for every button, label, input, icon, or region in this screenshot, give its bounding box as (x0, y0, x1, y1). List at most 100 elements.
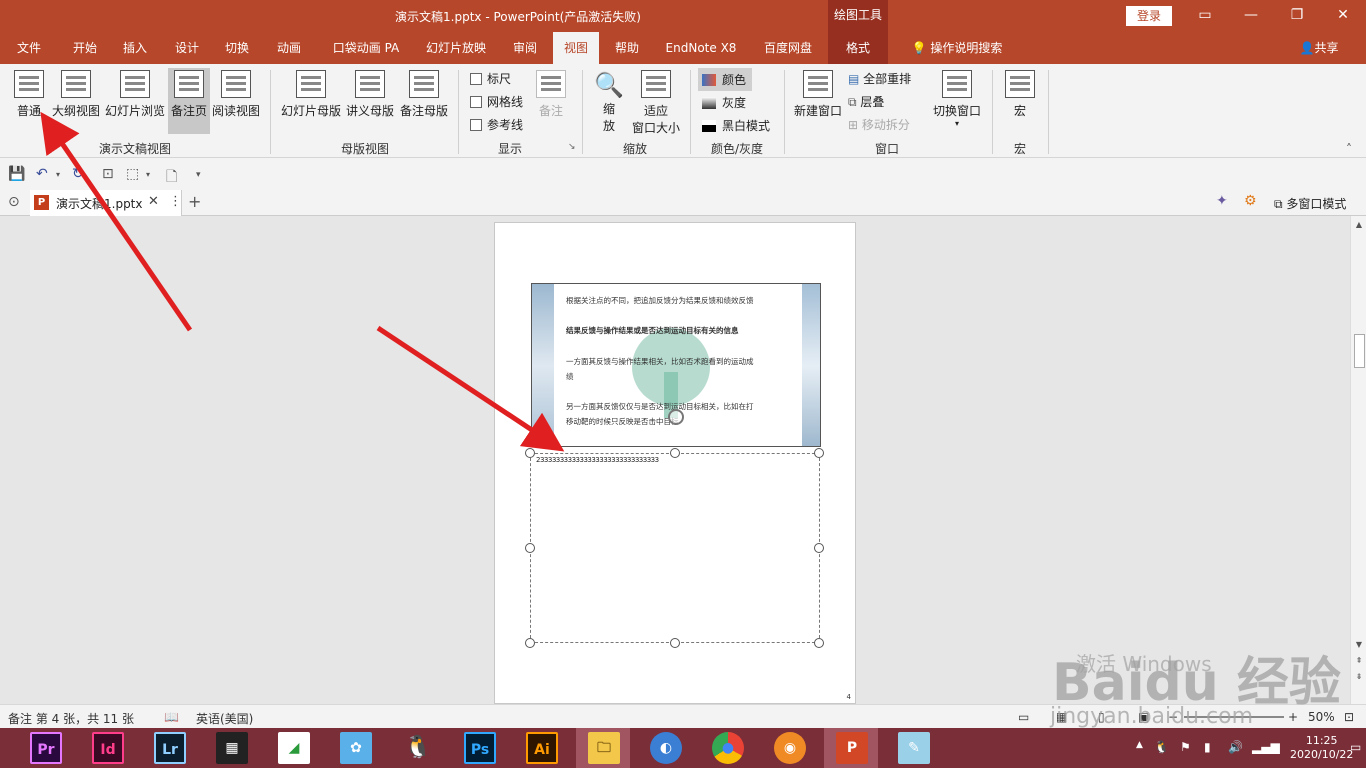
new-window-button[interactable]: 新建窗口 (792, 70, 844, 119)
zoom-in-icon[interactable]: + (1288, 710, 1298, 724)
app-icon[interactable]: ◉ (774, 732, 806, 764)
restore-icon[interactable]: ❐ (1274, 0, 1320, 32)
scroll-down-icon[interactable]: ▼ (1353, 640, 1365, 652)
touch-mode-icon[interactable]: ⬚ (126, 166, 139, 182)
undo-icon[interactable]: ↶ (36, 166, 48, 182)
browser-icon[interactable]: ◐ (650, 732, 682, 764)
previous-slide-icon[interactable]: ⇞ (1353, 656, 1365, 668)
notes-master-button[interactable]: 备注母版 (398, 70, 450, 119)
redo-icon[interactable]: ↻ (72, 166, 84, 182)
notifications-icon[interactable]: ▭ (1350, 740, 1361, 754)
tab-animations[interactable]: 动画 (266, 32, 312, 64)
zoom-out-icon[interactable]: − (1168, 710, 1178, 724)
ribbon-display-options-icon[interactable]: ▭ (1182, 0, 1228, 32)
notes-textbox[interactable]: 2333333333333333333333333333333 (530, 453, 820, 643)
file-explorer-icon[interactable]: 🗀 (588, 732, 620, 764)
tray-battery-icon[interactable]: ▮ (1204, 740, 1211, 754)
ruler-checkbox[interactable]: 标尺 (470, 70, 511, 87)
scroll-up-icon[interactable]: ▲ (1353, 220, 1365, 232)
notepad-icon[interactable]: ✎ (898, 732, 930, 764)
tab-endnote[interactable]: EndNote X8 (658, 32, 744, 64)
login-button[interactable]: 登录 (1126, 6, 1172, 26)
magic-icon[interactable]: ✦ (1216, 193, 1228, 209)
illustrator-icon[interactable]: Ai (526, 732, 558, 764)
new-file-icon[interactable]: 🗋 (166, 166, 177, 190)
chat-app-icon[interactable]: ✿ (340, 732, 372, 764)
notes-page-button[interactable]: 备注页 (168, 68, 210, 134)
tray-qq-icon[interactable]: 🐧 (1154, 740, 1169, 754)
spellcheck-icon[interactable]: 📖 (164, 710, 179, 724)
tab-transitions[interactable]: 切换 (214, 32, 260, 64)
handout-master-button[interactable]: 讲义母版 (344, 70, 396, 119)
fit-window-button[interactable]: 适应 窗口大小 (630, 70, 682, 136)
slide-master-button[interactable]: 幻灯片母版 (280, 70, 342, 119)
normal-view-status-icon[interactable]: ▭ (1018, 710, 1029, 724)
scrollbar-thumb[interactable] (1354, 334, 1365, 368)
share-button[interactable]: 👤共享 (1294, 32, 1344, 64)
gridlines-checkbox[interactable]: 网格线 (470, 93, 523, 110)
sorter-view-status-icon[interactable]: ▦ (1056, 710, 1067, 724)
vertical-scrollbar[interactable]: ▲ ▼ ⇞ ⇟ (1350, 216, 1366, 704)
dialog-launcher-icon[interactable]: ↘ (568, 142, 576, 152)
zoom-button[interactable]: 🔍 缩放 (592, 70, 626, 134)
tray-network-icon[interactable]: ⚑ (1180, 740, 1191, 754)
next-slide-icon[interactable]: ⇟ (1353, 672, 1365, 684)
tab-format[interactable]: 格式 (828, 32, 888, 64)
tab-design[interactable]: 设计 (164, 32, 210, 64)
powerpoint-taskbar-icon[interactable]: P (836, 732, 868, 764)
collapse-ribbon-icon[interactable]: ˄ (1346, 142, 1352, 156)
settings-gear-icon[interactable]: ⚙ (1244, 193, 1257, 209)
premiere-icon[interactable]: Pr (30, 732, 62, 764)
tab-menu-icon[interactable]: ⋮ (169, 194, 182, 209)
tab-view[interactable]: 视图 (553, 32, 599, 64)
tab-home[interactable]: 开始 (62, 32, 108, 64)
tab-help[interactable]: 帮助 (606, 32, 648, 64)
zoom-level[interactable]: 50% (1308, 710, 1335, 724)
multi-window-button[interactable]: ⧉ 多窗口模式 (1274, 195, 1346, 212)
reading-view-status-icon[interactable]: ▯ (1098, 710, 1105, 724)
close-icon[interactable]: ✕ (1320, 0, 1366, 32)
start-from-beginning-icon[interactable]: ⊡ (102, 166, 114, 182)
close-tab-icon[interactable]: ✕ (148, 194, 159, 209)
chrome-icon[interactable]: ● (712, 732, 744, 764)
lightroom-icon[interactable]: Lr (154, 732, 186, 764)
resize-handle[interactable] (814, 543, 824, 553)
tab-baidu-netdisk[interactable]: 百度网盘 (754, 32, 822, 64)
tab-slideshow[interactable]: 幻灯片放映 (420, 32, 492, 64)
resize-handle[interactable] (814, 448, 824, 458)
arrange-all-button[interactable]: ▤ 全部重排 (848, 70, 911, 87)
clock[interactable]: 11:25 2020/10/22 (1290, 734, 1353, 762)
tab-file[interactable]: 文件 (8, 32, 50, 64)
minimize-icon[interactable]: — (1228, 0, 1274, 32)
slideshow-status-icon[interactable]: ▣ (1138, 710, 1149, 724)
normal-view-button[interactable]: 普通 (10, 70, 48, 119)
language-status[interactable]: 英语(美国) (196, 710, 253, 727)
save-icon[interactable]: 💾 (8, 166, 25, 182)
resize-handle[interactable] (814, 638, 824, 648)
resize-handle[interactable] (525, 638, 535, 648)
video-app-icon[interactable]: ◢ (278, 732, 310, 764)
photoshop-icon[interactable]: Ps (464, 732, 496, 764)
color-button[interactable]: 颜色 (698, 68, 752, 91)
tray-wifi-icon[interactable]: ▂▄▆ (1252, 740, 1280, 754)
macros-button[interactable]: 宏 (1002, 70, 1038, 119)
black-white-button[interactable]: 黑白模式 (702, 117, 770, 134)
tray-overflow-icon[interactable]: ▲ (1136, 740, 1143, 750)
qq-icon[interactable]: 🐧 (402, 732, 434, 764)
resize-handle[interactable] (525, 448, 535, 458)
indesign-icon[interactable]: Id (92, 732, 124, 764)
video-editor-icon[interactable]: ▦ (216, 732, 248, 764)
slide-sorter-button[interactable]: 幻灯片浏览 (104, 70, 166, 119)
notes-button[interactable]: 备注 (534, 70, 568, 119)
grayscale-button[interactable]: 灰度 (702, 94, 746, 111)
tell-me-search[interactable]: 💡 操作说明搜索 (902, 32, 1012, 64)
tab-review[interactable]: 审阅 (504, 32, 546, 64)
undo-dropdown-icon[interactable]: ▾ (56, 170, 60, 179)
resize-handle[interactable] (670, 638, 680, 648)
switch-window-button[interactable]: 切换窗口 ▾ (930, 70, 984, 128)
resize-handle[interactable] (525, 543, 535, 553)
reading-view-button[interactable]: 阅读视图 (210, 70, 262, 119)
guides-checkbox[interactable]: 参考线 (470, 116, 523, 133)
new-tab-icon[interactable]: + (188, 192, 201, 211)
tab-insert[interactable]: 插入 (112, 32, 158, 64)
